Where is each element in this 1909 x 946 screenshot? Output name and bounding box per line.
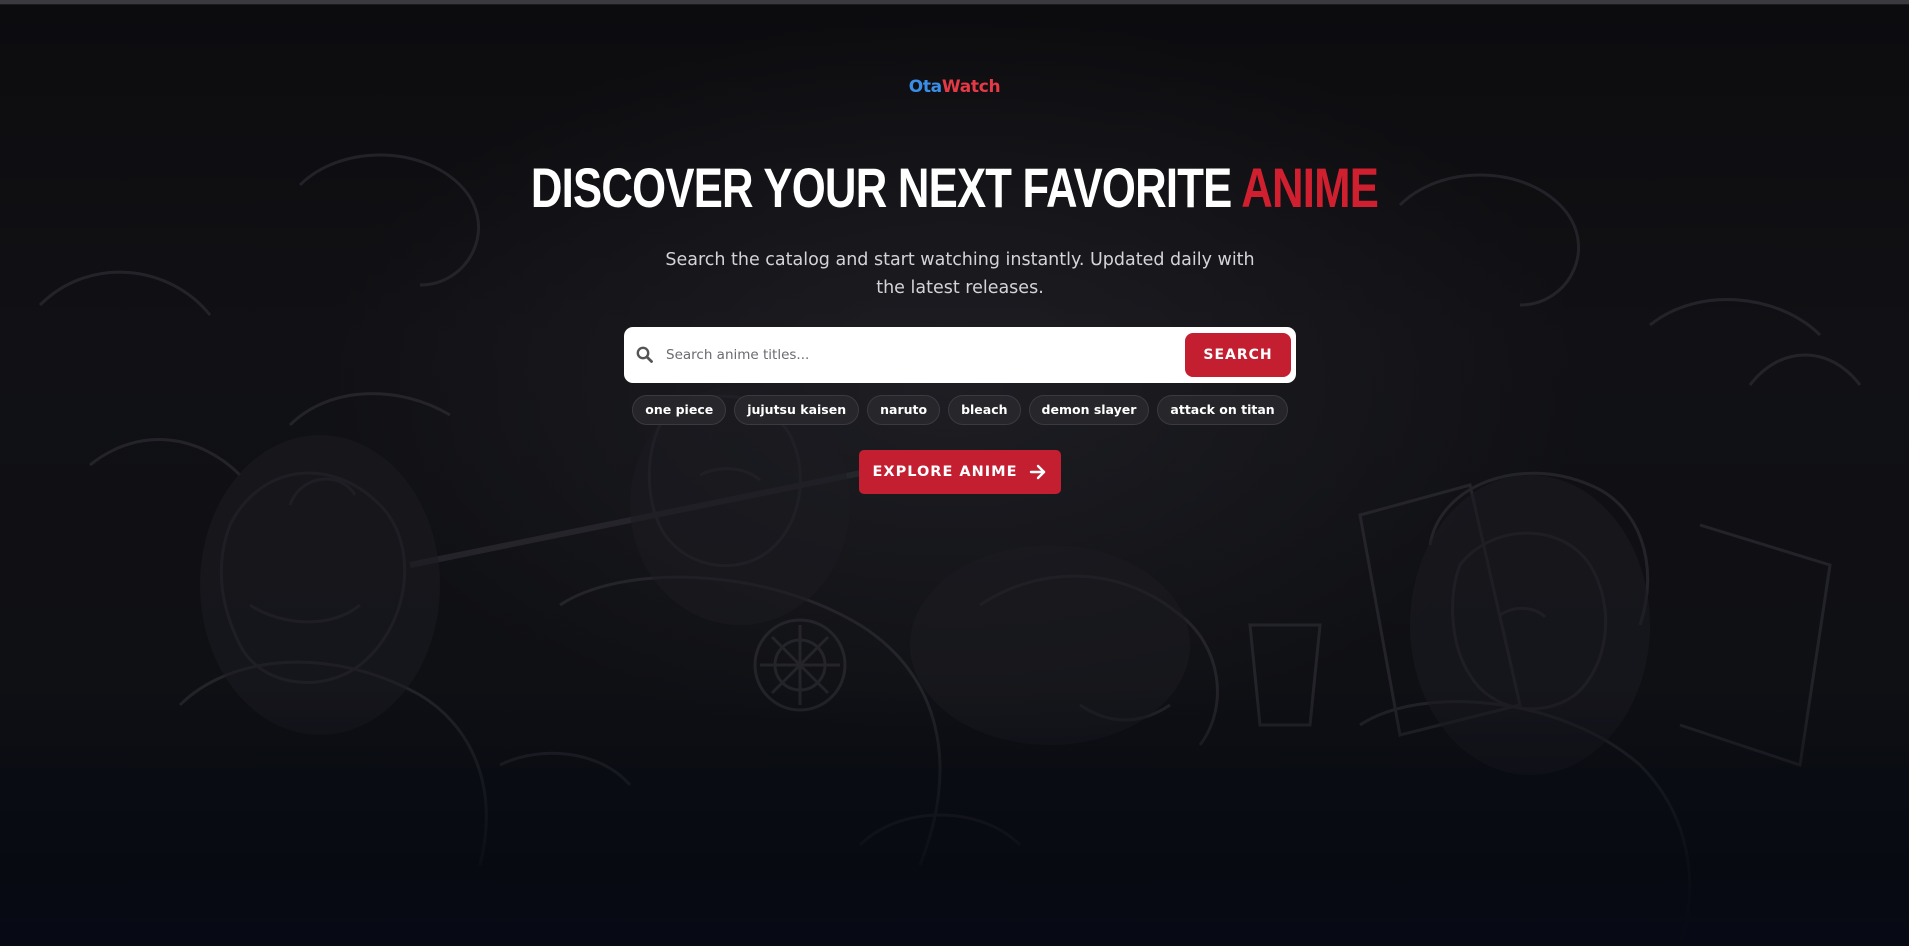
- hero-headline-main: DISCOVER YOUR NEXT FAVORITE: [530, 156, 1242, 219]
- brand-logo[interactable]: OtaWatch: [0, 77, 1909, 97]
- tag-chip-naruto[interactable]: naruto: [867, 395, 941, 425]
- tag-chip-one-piece[interactable]: one piece: [632, 395, 727, 425]
- brand-logo-part-1: Ota: [908, 77, 942, 97]
- search-input[interactable]: [664, 335, 1204, 375]
- tag-chip-jujutsu-kaisen[interactable]: jujutsu kaisen: [734, 395, 860, 425]
- tag-chip-demon-slayer[interactable]: demon slayer: [1028, 395, 1150, 425]
- tag-chip-attack-on-titan[interactable]: attack on titan: [1157, 395, 1288, 425]
- explore-anime-button[interactable]: EXPLORE ANIME: [859, 450, 1061, 494]
- hero-headline: DISCOVER YOUR NEXT FAVORITE ANIME: [210, 160, 1699, 216]
- search-bar: SEARCH: [624, 327, 1296, 383]
- tag-chip-bleach[interactable]: bleach: [948, 395, 1021, 425]
- bottom-fade-overlay: [0, 686, 1909, 946]
- hero-subtitle: Search the catalog and start watching in…: [665, 250, 1255, 298]
- hero-headline-accent: ANIME: [1241, 156, 1379, 219]
- search-icon: [636, 346, 653, 363]
- explore-anime-label: EXPLORE ANIME: [872, 464, 1018, 480]
- arrow-right-icon: [1030, 464, 1046, 480]
- brand-logo-part-2: Watch: [941, 77, 1001, 97]
- search-button[interactable]: SEARCH: [1185, 333, 1291, 377]
- popular-tags: one piece jujutsu kaisen naruto bleach d…: [632, 395, 1288, 427]
